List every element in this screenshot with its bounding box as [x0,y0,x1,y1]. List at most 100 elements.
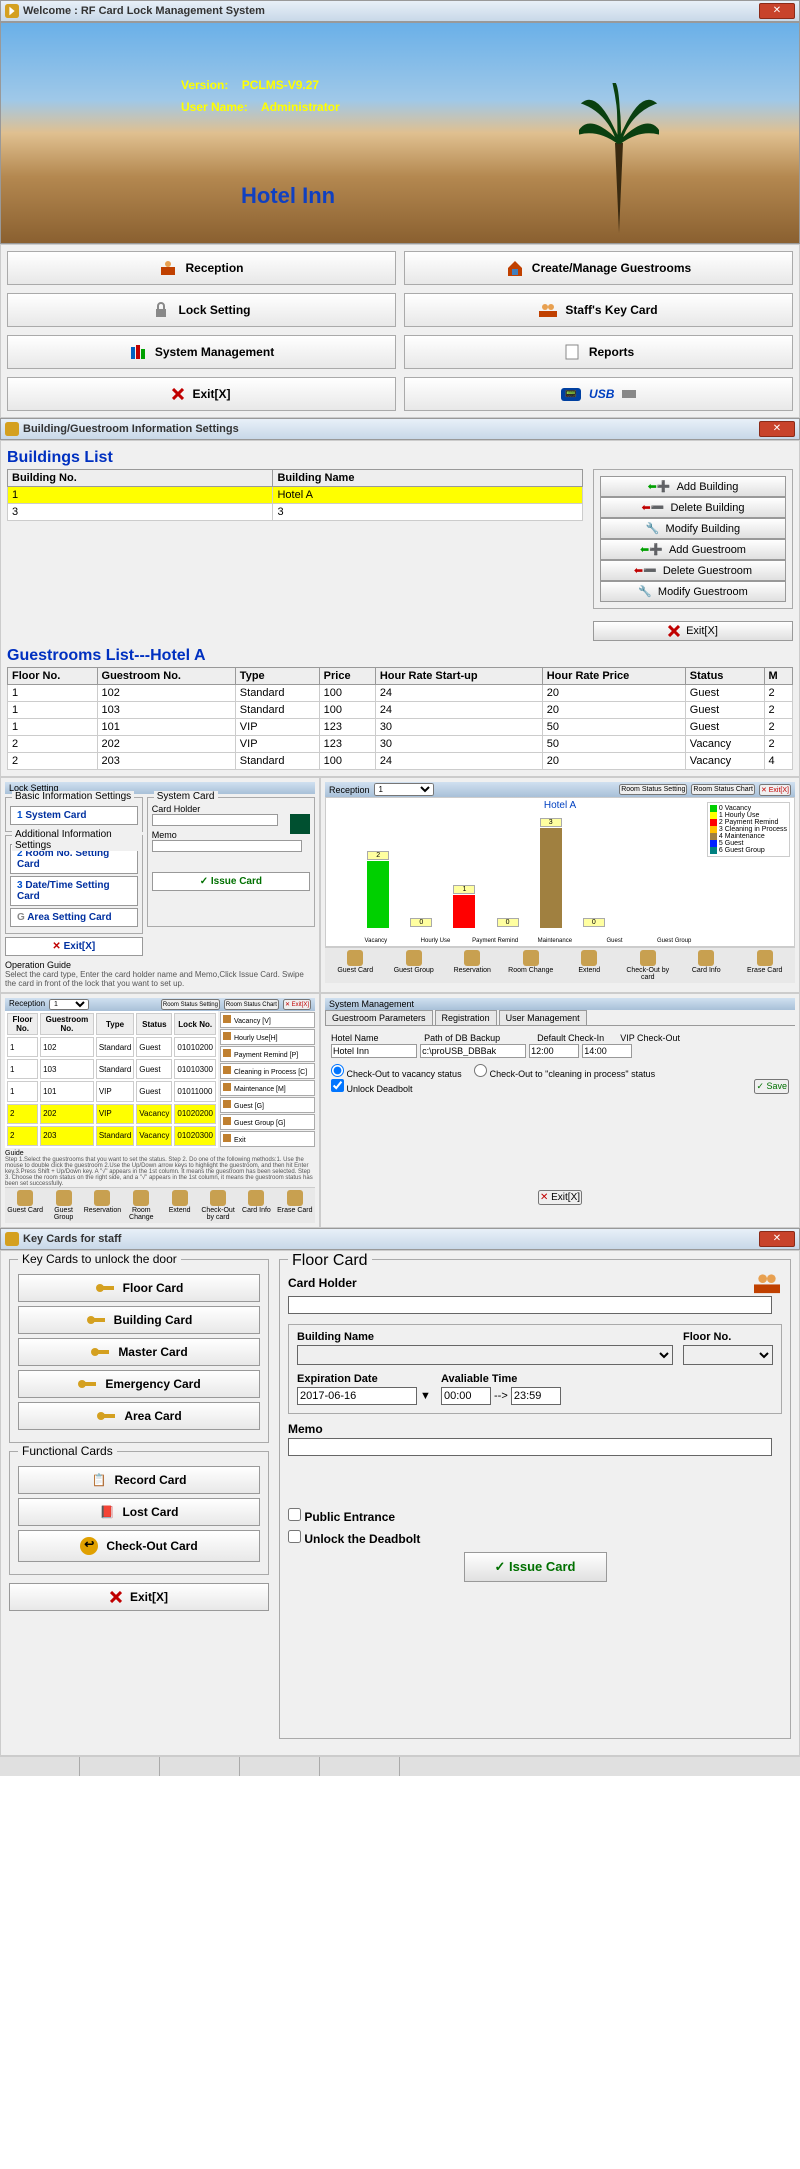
building-select[interactable]: 1 [374,783,434,796]
toolbar-check-out-by-card[interactable]: Check-Out by card [620,950,677,981]
floor-card-button[interactable]: Floor Card [18,1274,260,1302]
expiration-input[interactable] [297,1387,417,1405]
save-button[interactable]: ✓ Save [754,1079,789,1094]
unlock-deadbolt-check[interactable] [288,1530,301,1543]
delete-guestroom-button[interactable]: ⬅➖Delete Guestroom [600,560,786,581]
mini-row[interactable]: 1103StandardGuest01010300 [7,1059,216,1079]
checkout-input[interactable] [582,1044,632,1058]
tab-guestroom-params[interactable]: Guestroom Parameters [325,1010,433,1025]
vacancy-radio[interactable] [331,1064,344,1077]
mini-rooms-table[interactable]: Floor No.Guestroom No.TypeStatusLock No.… [5,1011,218,1148]
public-entrance-check[interactable] [288,1508,301,1521]
cardholder-input[interactable] [152,814,279,826]
cardholder-input[interactable] [288,1296,772,1314]
issue-card-button[interactable]: ✓ Issue Card [464,1552,607,1582]
mini-row[interactable]: 2202VIPVacancy01020200 [7,1104,216,1124]
status-exit[interactable]: Exit [220,1131,315,1147]
exit-button[interactable]: ✕ Exit[X] [283,999,311,1010]
toolbar-guest-card[interactable]: Guest Card [327,950,384,981]
mini-row[interactable]: 1101VIPGuest01011000 [7,1081,216,1101]
reports-button[interactable]: Reports [404,335,793,369]
exit-button[interactable]: ✕ Exit[X] [538,1190,582,1205]
create-rooms-button[interactable]: Create/Manage Guestrooms [404,251,793,285]
area-card-button[interactable]: Area Card [18,1402,260,1430]
toolbar-reservation[interactable]: Reservation [444,950,501,981]
toolbar-erase-card[interactable]: Erase Card [737,950,794,981]
sys-mgmt-button[interactable]: System Management [7,335,396,369]
room-row[interactable]: 2203Standard1002420Vacancy4 [8,753,793,770]
mini-row[interactable]: 2203StandardVacancy01020300 [7,1126,216,1146]
building-select[interactable]: 1 [49,999,89,1010]
delete-building-button[interactable]: ⬅➖Delete Building [600,497,786,518]
reception-button[interactable]: Reception [7,251,396,285]
rss-button[interactable]: Room Status Setting [619,784,687,795]
room-row[interactable]: 2202VIP1233050Vacancy2 [8,736,793,753]
toolbar-erase-card[interactable]: Erase Card [277,1190,313,1221]
guestrooms-table[interactable]: Floor No.Guestroom No.TypePriceHour Rate… [7,667,793,770]
toolbar-extend[interactable]: Extend [161,1190,197,1221]
lost-card-button[interactable]: 📕Lost Card [18,1498,260,1526]
status-guest[interactable]: Guest [G] [220,1097,315,1113]
time-to-input[interactable] [511,1387,561,1405]
close-button[interactable]: ✕ [759,3,795,19]
rsc-button[interactable]: Room Status Chart [224,999,279,1010]
area-card-button[interactable]: G Area Setting Card [10,908,138,927]
toolbar-room-change[interactable]: Room Change [503,950,560,981]
staff-key-button[interactable]: Staff's Key Card [404,293,793,327]
tab-user-mgmt[interactable]: User Management [499,1010,587,1025]
room-row[interactable]: 1101VIP1233050Guest2 [8,719,793,736]
add-guestroom-button[interactable]: ⬅➕Add Guestroom [600,539,786,560]
buildings-table[interactable]: Building No.Building Name 1Hotel A33 [7,469,583,521]
unlock-deadbolt-check[interactable] [331,1079,344,1092]
emergency-card-button[interactable]: Emergency Card [18,1370,260,1398]
building-row[interactable]: 33 [8,504,583,521]
memo-input[interactable] [152,840,302,852]
room-row[interactable]: 1103Standard1002420Guest2 [8,702,793,719]
exit-button[interactable]: Exit[X] [9,1583,269,1611]
issue-card-button[interactable]: ✓ Issue Card [152,872,310,891]
time-from-input[interactable] [441,1387,491,1405]
status-maintenance[interactable]: Maintenance [M] [220,1080,315,1096]
toolbar-extend[interactable]: Extend [561,950,618,981]
add-building-button[interactable]: ⬅➕Add Building [600,476,786,497]
cleaning-radio[interactable] [474,1064,487,1077]
toolbar-guest-card[interactable]: Guest Card [7,1190,43,1221]
checkin-input[interactable] [529,1044,579,1058]
usb-button[interactable]: 📟USB [404,377,793,411]
room-row[interactable]: 1102Standard1002420Guest2 [8,685,793,702]
status-payment-remind[interactable]: Payment Remind [P] [220,1046,315,1062]
modify-building-button[interactable]: 🔧Modify Building [600,518,786,539]
master-card-button[interactable]: Master Card [18,1338,260,1366]
toolbar-reservation[interactable]: Reservation [84,1190,121,1221]
toolbar-card-info[interactable]: Card Info [238,1190,274,1221]
close-button[interactable]: ✕ [759,1231,795,1247]
exit-button[interactable]: Exit[X] [593,621,793,641]
hotel-name-input[interactable] [331,1044,417,1058]
status-hourly-use[interactable]: Hourly Use[H] [220,1029,315,1045]
memo-input[interactable] [288,1438,772,1456]
exit-button[interactable]: ✕ Exit[X] [5,937,143,956]
building-row[interactable]: 1Hotel A [8,487,583,504]
toolbar-check-out-by-card[interactable]: Check-Out by card [200,1190,236,1221]
building-name-select[interactable] [297,1345,673,1365]
rsc-button[interactable]: Room Status Chart [691,784,755,795]
mini-row[interactable]: 1102StandardGuest01010200 [7,1037,216,1057]
tab-registration[interactable]: Registration [435,1010,497,1025]
toolbar-room-change[interactable]: Room Change [123,1190,159,1221]
status-cleaning-in-process[interactable]: Cleaning in Process [C] [220,1063,315,1079]
db-path-input[interactable] [420,1044,526,1058]
exit-button[interactable]: ✕ Exit[X] [759,784,791,796]
building-card-button[interactable]: Building Card [18,1306,260,1334]
rss-button[interactable]: Room Status Setting [161,999,220,1010]
floor-no-select[interactable] [683,1345,773,1365]
close-button[interactable]: ✕ [759,421,795,437]
checkout-card-button[interactable]: ↩Check-Out Card [18,1530,260,1562]
toolbar-guest-group[interactable]: Guest Group [45,1190,81,1221]
system-card-button[interactable]: 1 System Card [10,806,138,825]
lock-setting-button[interactable]: Lock Setting [7,293,396,327]
exit-button[interactable]: Exit[X] [7,377,396,411]
datetime-card-button[interactable]: 3 Date/Time Setting Card [10,876,138,906]
toolbar-card-info[interactable]: Card Info [678,950,735,981]
modify-guestroom-button[interactable]: 🔧Modify Guestroom [600,581,786,602]
status-vacancy[interactable]: Vacancy [V] [220,1012,315,1028]
